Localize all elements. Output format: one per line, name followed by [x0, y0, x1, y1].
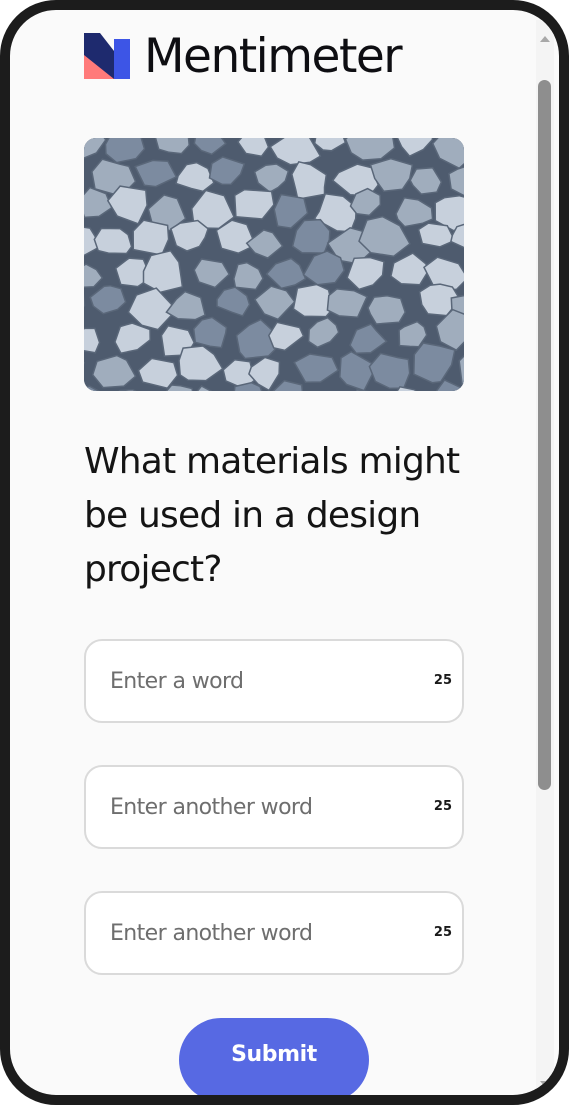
scroll-up-arrow-icon[interactable]: [540, 36, 550, 42]
word-input-3[interactable]: [110, 893, 410, 973]
word-input-1[interactable]: [110, 641, 410, 721]
mentimeter-logo: Mentimeter: [84, 26, 403, 86]
question-title: What materials might be used in a design…: [84, 441, 460, 590]
word-field-2[interactable]: 25: [84, 765, 464, 849]
char-limit-counter: 25: [433, 673, 452, 688]
scroll-down-arrow-icon[interactable]: [540, 1081, 550, 1087]
scrollbar[interactable]: [536, 20, 554, 1095]
submit-button[interactable]: Submit: [179, 1018, 369, 1095]
word-field-3[interactable]: 25: [84, 891, 464, 975]
gravel-stone: [132, 219, 170, 256]
gravel-stone: [367, 295, 407, 325]
word-field-1[interactable]: 25: [84, 639, 464, 723]
phone-frame: Mentimeter What materials might be used …: [0, 0, 569, 1105]
gravel-photo: [84, 138, 464, 391]
voting-screen: Mentimeter What materials might be used …: [10, 10, 559, 1095]
scrollbar-thumb[interactable]: [538, 80, 551, 790]
gravel-stone: [93, 227, 133, 255]
char-limit-counter: 25: [433, 799, 452, 814]
char-limit-counter: 25: [433, 925, 452, 940]
word-input-2[interactable]: [110, 767, 410, 847]
logo-mark-blue: [114, 39, 130, 79]
mentimeter-logo-icon: [84, 33, 130, 79]
question-image: [84, 138, 464, 391]
gravel-stone: [292, 283, 334, 318]
logo-wordmark: Mentimeter: [144, 28, 403, 84]
